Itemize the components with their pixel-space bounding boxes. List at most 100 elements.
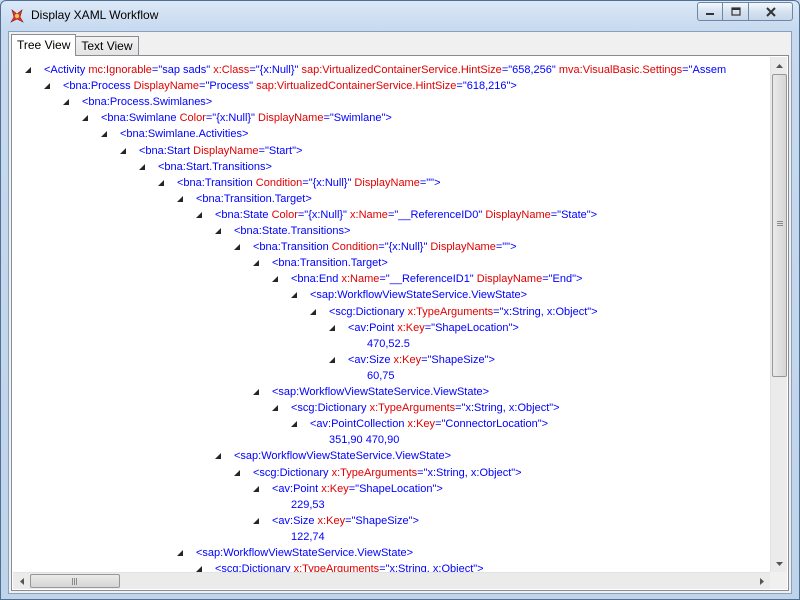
tree-node[interactable]: <Activity mc:Ignorable="sap sads" x:Clas… — [25, 62, 726, 78]
tree-node[interactable]: <bna:Process.Swimlanes> — [63, 94, 212, 110]
xml-attribute: Color — [268, 208, 298, 221]
xml-element: <bna:Swimlane.Activities> — [120, 128, 249, 141]
scroll-down-button[interactable] — [771, 555, 788, 572]
expanded-triangle-icon[interactable] — [63, 99, 69, 106]
tree-node[interactable]: <av:Size x:Key="ShapeSize"> — [329, 352, 495, 368]
xml-element: <scg:Dictionary — [215, 563, 291, 572]
xml-element: ="Swimlane"> — [323, 112, 392, 125]
tree-node[interactable]: <bna:Start DisplayName="Start"> — [120, 143, 302, 159]
xaml-tree-view[interactable]: <Activity mc:Ignorable="sap sads" x:Clas… — [13, 57, 770, 572]
xml-element: <bna:Transition.Target> — [272, 257, 388, 270]
xml-attribute: x:Key — [404, 418, 436, 431]
tree-node[interactable]: <bna:Swimlane Color="{x:Null}" DisplayNa… — [82, 110, 392, 126]
expanded-triangle-icon[interactable] — [329, 324, 335, 331]
tree-node[interactable]: <sap:WorkflowViewStateService.ViewState> — [177, 545, 414, 561]
expanded-triangle-icon[interactable] — [25, 67, 31, 73]
tree-node[interactable]: <bna:Start.Transitions> — [139, 159, 272, 175]
expanded-triangle-icon[interactable] — [329, 356, 335, 363]
expanded-triangle-icon[interactable] — [120, 147, 126, 154]
tab-text-view[interactable]: Text View — [75, 36, 139, 56]
expanded-triangle-icon[interactable] — [253, 260, 259, 267]
xml-attribute: mc:Ignorable — [85, 64, 152, 76]
expanded-triangle-icon[interactable] — [82, 115, 88, 122]
expanded-triangle-icon[interactable] — [158, 179, 164, 186]
horizontal-scroll-thumb[interactable] — [30, 574, 120, 588]
tree-node[interactable]: 351,90 470,90 — [329, 432, 399, 448]
expanded-triangle-icon[interactable] — [177, 550, 183, 556]
tree-node[interactable]: <sap:WorkflowViewStateService.ViewState> — [253, 384, 490, 400]
expanded-triangle-icon[interactable] — [272, 276, 278, 283]
expanded-triangle-icon[interactable] — [253, 517, 259, 524]
vertical-scroll-thumb[interactable] — [772, 74, 787, 377]
scroll-right-button[interactable] — [753, 573, 770, 590]
xml-element: ="ShapeLocation"> — [424, 321, 519, 334]
tree-node[interactable]: <av:Point x:Key="ShapeLocation"> — [329, 320, 519, 336]
tab-tree-view[interactable]: Tree View — [11, 34, 77, 56]
expanded-triangle-icon[interactable] — [234, 469, 240, 476]
expanded-triangle-icon[interactable] — [253, 485, 259, 492]
xml-attribute: Condition — [328, 241, 379, 254]
tree-node[interactable]: <sap:WorkflowViewStateService.ViewState> — [215, 448, 451, 464]
scroll-left-button[interactable] — [13, 573, 30, 590]
tree-node[interactable]: 229,53 — [291, 497, 325, 513]
tree-node[interactable]: <av:Size x:Key="ShapeSize"> — [253, 513, 419, 529]
xml-attribute: DisplayName — [190, 144, 259, 157]
xml-element: ="{x:Null}" — [205, 112, 255, 125]
expanded-triangle-icon[interactable] — [101, 131, 107, 138]
xml-element: ="658,256" — [501, 64, 556, 76]
xml-element: ="sap sads" — [151, 64, 211, 76]
xml-attribute: x:Key — [314, 514, 346, 527]
expanded-triangle-icon[interactable] — [291, 292, 297, 299]
expanded-triangle-icon[interactable] — [215, 228, 221, 234]
tree-node[interactable]: <bna:End x:Name="__ReferenceID1" Display… — [272, 271, 582, 287]
xml-element: ="x:String, x:Object"> — [455, 402, 560, 415]
xml-element: <sap:WorkflowViewStateService.ViewState> — [196, 547, 414, 559]
tree-node[interactable]: <scg:Dictionary x:TypeArguments="x:Strin… — [272, 400, 560, 416]
expanded-triangle-icon[interactable] — [310, 308, 316, 315]
tree-node[interactable]: <bna:Transition Condition="{x:Null}" Dis… — [158, 175, 441, 191]
tree-node[interactable]: <bna:Transition.Target> — [253, 255, 388, 271]
expanded-triangle-icon[interactable] — [272, 405, 278, 412]
tree-node[interactable]: <bna:State Color="{x:Null}" x:Name="__Re… — [196, 207, 598, 223]
xml-text-value: 229,53 — [291, 498, 325, 511]
tree-node[interactable]: <scg:Dictionary x:TypeArguments="x:Strin… — [310, 304, 598, 320]
xml-element: <av:PointCollection — [310, 418, 405, 431]
xml-element: <av:Size — [272, 514, 315, 527]
expanded-triangle-icon[interactable] — [215, 453, 221, 460]
xml-element: ="State"> — [550, 208, 598, 221]
xml-element: <av:Point — [272, 482, 319, 495]
xml-element: <bna:Process — [63, 80, 131, 93]
maximize-button[interactable] — [723, 2, 749, 21]
tree-node[interactable]: <bna:Process DisplayName="Process" sap:V… — [44, 78, 517, 94]
expanded-triangle-icon[interactable] — [196, 211, 202, 218]
tree-node[interactable]: <bna:Swimlane.Activities> — [101, 126, 249, 142]
tree-node[interactable]: <bna:Transition.Target> — [177, 191, 312, 207]
xml-element: <scg:Dictionary — [253, 466, 329, 479]
xml-element: ="ShapeLocation"> — [348, 482, 443, 495]
tree-node[interactable]: 122,74 — [291, 529, 325, 545]
expanded-triangle-icon[interactable] — [44, 83, 50, 90]
tree-node[interactable]: <bna:Transition Condition="{x:Null}" Dis… — [234, 239, 517, 255]
expanded-triangle-icon[interactable] — [253, 389, 259, 395]
tree-node[interactable]: <av:Point x:Key="ShapeLocation"> — [253, 481, 443, 497]
xml-element: <av:Point — [348, 321, 395, 334]
expanded-triangle-icon[interactable] — [291, 421, 297, 428]
tree-node[interactable]: <sap:WorkflowViewStateService.ViewState> — [291, 287, 527, 303]
horizontal-scrollbar[interactable] — [13, 572, 770, 589]
expanded-triangle-icon[interactable] — [234, 244, 240, 251]
close-button[interactable] — [749, 2, 793, 21]
xml-attribute: x:TypeArguments — [290, 563, 380, 572]
tree-node[interactable]: 470,52.5 — [367, 336, 410, 352]
expanded-triangle-icon[interactable] — [177, 195, 183, 202]
tree-node[interactable]: <av:PointCollection x:Key="ConnectorLoca… — [291, 416, 548, 432]
tree-node[interactable]: 60,75 — [367, 368, 395, 384]
tree-node[interactable]: <bna:State.Transitions> — [215, 223, 350, 239]
tree-node[interactable]: <scg:Dictionary x:TypeArguments="x:Strin… — [234, 465, 522, 481]
minimize-button[interactable] — [697, 2, 723, 21]
title-bar[interactable]: Display XAML Workflow — [1, 1, 799, 31]
expanded-triangle-icon[interactable] — [139, 163, 145, 170]
vertical-scrollbar[interactable] — [770, 57, 787, 572]
xml-element: <sap:WorkflowViewStateService.ViewState> — [272, 386, 490, 398]
scroll-up-button[interactable] — [771, 57, 788, 74]
tree-node[interactable]: <scg:Dictionary x:TypeArguments="x:Strin… — [196, 561, 484, 572]
